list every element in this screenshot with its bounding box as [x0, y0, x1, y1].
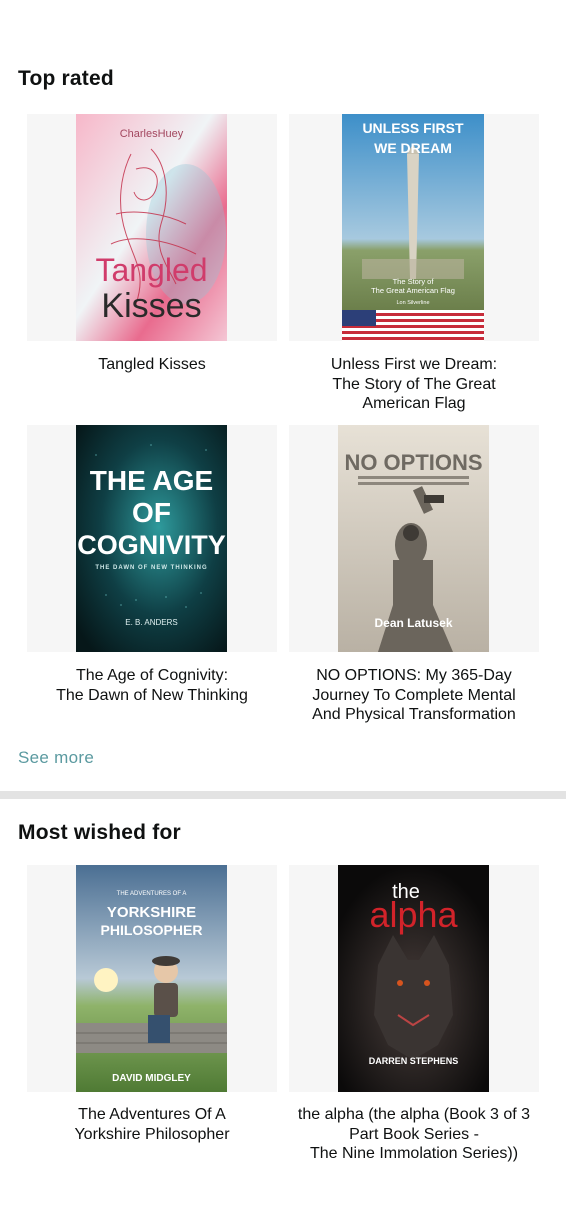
cover-title-line1: YORKSHIRE — [107, 904, 196, 921]
cover-heading: NO OPTIONS — [344, 450, 482, 475]
section-title-top-rated: Top rated — [18, 67, 114, 90]
cover-title-line2: OF — [132, 497, 171, 528]
book-cover-image[interactable]: CharlesHuey Tangled Kisses — [76, 114, 227, 341]
book-cover-image[interactable]: THE ADVENTURES OF A YORKSHIRE PHILOSOPHE… — [76, 865, 227, 1092]
book-cover-image[interactable]: THE AGE OF COGNIVITY THE DAWN OF NEW THI… — [76, 425, 227, 652]
cover-subtitle: THE ADVENTURES OF A — [117, 891, 187, 897]
most-wished-section: Most wished for THE ADVENTURES OF A YORK… — [0, 800, 566, 1220]
cover-title-line3: COGNIVITY — [77, 530, 226, 560]
book-title[interactable]: The Age of Cognivity: The Dawn of New Th… — [21, 666, 283, 705]
cover-author-text: DARREN STEPHENS — [369, 1056, 459, 1066]
cover-author-text: CharlesHuey — [120, 128, 184, 140]
book-title[interactable]: the alpha (the alpha (Book 3 of 3 Part B… — [283, 1105, 545, 1164]
section-title-most-wished: Most wished for — [18, 821, 181, 844]
book-title[interactable]: The Adventures Of A Yorkshire Philosophe… — [21, 1105, 283, 1144]
cover-author-text: Lon Silverline — [396, 300, 429, 306]
cover-author-text: Dean Latusek — [374, 616, 452, 630]
cover-author-text: E. B. ANDERS — [125, 618, 177, 627]
section-divider — [0, 791, 566, 799]
cover-subtitle-line2: The Great American Flag — [371, 286, 455, 295]
cover-title-line1: THE AGE — [90, 465, 213, 496]
book-title[interactable]: Unless First we Dream: The Story of The … — [283, 355, 545, 414]
see-more-link[interactable]: See more — [18, 748, 94, 768]
book-cover-image[interactable]: UNLESS FIRST WE DREAM The Story of The G… — [342, 114, 484, 341]
book-cover-image[interactable]: the alpha DARREN STEPHENS — [338, 865, 489, 1092]
cover-subtitle-line1: The Story of — [393, 277, 435, 286]
book-title[interactable]: NO OPTIONS: My 365-Day Journey To Comple… — [283, 666, 545, 725]
cover-author-text: DAVID MIDGLEY — [112, 1073, 191, 1084]
book-title[interactable]: Tangled Kisses — [21, 355, 283, 375]
cover-title-line1: Tangled — [95, 252, 207, 288]
cover-title-alpha: alpha — [369, 894, 458, 935]
book-cover-image[interactable]: NO OPTIONS Dean Latusek — [338, 425, 489, 652]
cover-subtitle: THE DAWN OF NEW THINKING — [95, 565, 207, 571]
top-rated-section: Top rated CharlesHuey Tangled Kisses Tan… — [0, 0, 566, 790]
cover-title-line2: Kisses — [101, 287, 201, 325]
cover-heading-line1: UNLESS FIRST — [362, 120, 464, 136]
cover-heading-line2: WE DREAM — [374, 140, 452, 156]
cover-title-line2: PHILOSOPHER — [101, 922, 203, 938]
